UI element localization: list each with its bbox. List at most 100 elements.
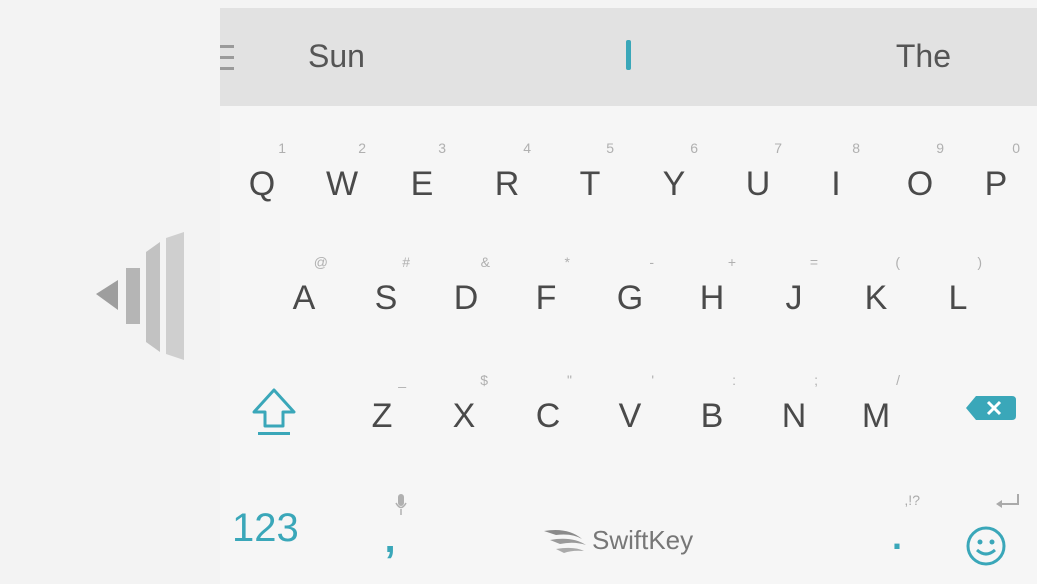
key-s[interactable]: # S [356, 240, 416, 330]
mic-icon [395, 494, 407, 516]
key-hint: & [480, 254, 490, 270]
emoji-enter-key[interactable] [960, 488, 1030, 578]
prediction-bar: Sun The [220, 8, 1037, 106]
key-label: J [785, 279, 803, 317]
key-hint: + [727, 254, 736, 270]
key-hint: @ [313, 254, 328, 270]
key-label: B [700, 397, 724, 435]
key-hint: = [809, 254, 818, 270]
key-hint: 2 [358, 140, 366, 156]
key-i[interactable]: 8 I [806, 126, 866, 216]
key-hint: 0 [1012, 140, 1020, 156]
shift-icon [252, 388, 296, 435]
key-label: Y [662, 165, 686, 203]
key-hint: : [732, 372, 736, 388]
resize-arrow-icon[interactable] [96, 232, 186, 362]
key-hint: 3 [438, 140, 446, 156]
key-j[interactable]: = J [764, 240, 824, 330]
key-hint: 8 [852, 140, 860, 156]
key-z[interactable]: _ Z [352, 358, 412, 448]
key-hint: " [567, 372, 572, 388]
key-hint: ' [651, 372, 654, 388]
left-gutter [0, 0, 220, 584]
key-hint: ( [895, 254, 900, 270]
key-o[interactable]: 9 O [890, 126, 950, 216]
key-q[interactable]: 1 Q [232, 126, 292, 216]
key-hint: 1 [278, 140, 286, 156]
key-hint: - [649, 254, 654, 270]
key-e[interactable]: 3 E [392, 126, 452, 216]
comma-label: , [384, 517, 396, 561]
key-label: Z [371, 397, 393, 435]
key-label: T [579, 165, 601, 203]
key-label: R [494, 165, 520, 203]
key-x[interactable]: $ X [434, 358, 494, 448]
key-y[interactable]: 6 Y [644, 126, 704, 216]
key-label: P [984, 165, 1008, 203]
key-label: H [699, 279, 725, 317]
key-t[interactable]: 5 T [560, 126, 620, 216]
key-m[interactable]: / M [846, 358, 906, 448]
key-w[interactable]: 2 W [312, 126, 372, 216]
key-label: L [948, 279, 968, 317]
key-l[interactable]: ) L [928, 240, 988, 330]
key-u[interactable]: 7 U [728, 126, 788, 216]
key-label: D [453, 279, 479, 317]
prediction-center-cursor[interactable] [626, 40, 631, 70]
key-k[interactable]: ( K [846, 240, 906, 330]
key-label: G [616, 279, 644, 317]
key-label: W [325, 165, 359, 203]
period-label: . [891, 516, 902, 557]
key-r[interactable]: 4 R [477, 126, 537, 216]
prediction-right[interactable]: The [896, 36, 951, 76]
key-label: U [745, 165, 771, 203]
key-label: S [374, 279, 398, 317]
key-label: K [864, 279, 888, 317]
key-f[interactable]: * F [516, 240, 576, 330]
key-hint: 4 [523, 140, 531, 156]
key-h[interactable]: + H [682, 240, 742, 330]
space-key[interactable]: SwiftKey [520, 513, 760, 563]
comma-key[interactable]: , [365, 488, 415, 578]
key-label: V [618, 397, 642, 435]
key-label: M [861, 397, 891, 435]
menu-icon[interactable] [220, 43, 234, 73]
emoji-icon [966, 526, 1006, 566]
key-label: E [410, 165, 434, 203]
key-label: F [535, 279, 557, 317]
key-d[interactable]: & D [436, 240, 496, 330]
keyboard-screen: Sun The 1 Q 2 W 3 E 4 R 5 T 6 Y 7 U 8 I … [0, 0, 1037, 584]
keyboard: Sun The 1 Q 2 W 3 E 4 R 5 T 6 Y 7 U 8 I … [220, 8, 1037, 584]
key-hint: / [896, 372, 900, 388]
key-label: O [906, 165, 934, 203]
key-c[interactable]: " C [518, 358, 578, 448]
key-a[interactable]: @ A [274, 240, 334, 330]
prediction-left[interactable]: Sun [308, 36, 365, 76]
key-hint: 7 [774, 140, 782, 156]
key-v[interactable]: ' V [600, 358, 660, 448]
space-brand-label: SwiftKey [592, 525, 694, 555]
key-g[interactable]: - G [600, 240, 660, 330]
key-hint: _ [398, 372, 406, 388]
key-label: X [452, 397, 476, 435]
backspace-key[interactable] [962, 388, 1022, 428]
key-hint: $ [480, 372, 488, 388]
key-hint: 5 [606, 140, 614, 156]
key-label: N [781, 397, 807, 435]
key-b[interactable]: : B [682, 358, 742, 448]
shift-key[interactable] [244, 382, 304, 442]
backspace-icon [966, 396, 1016, 420]
key-hint: ) [977, 254, 982, 270]
key-label: C [535, 397, 561, 435]
period-key[interactable]: ,!? . [862, 486, 932, 576]
key-hint: 6 [690, 140, 698, 156]
key-n[interactable]: ; N [764, 358, 824, 448]
numbers-key[interactable]: 123 [232, 506, 299, 551]
key-hint: * [564, 254, 570, 270]
key-hint: 9 [936, 140, 944, 156]
key-p[interactable]: 0 P [966, 126, 1026, 216]
period-hint: ,!? [904, 492, 920, 508]
key-hint: ; [814, 372, 818, 388]
key-hint: # [402, 254, 410, 270]
swiftkey-logo-icon [542, 525, 588, 555]
